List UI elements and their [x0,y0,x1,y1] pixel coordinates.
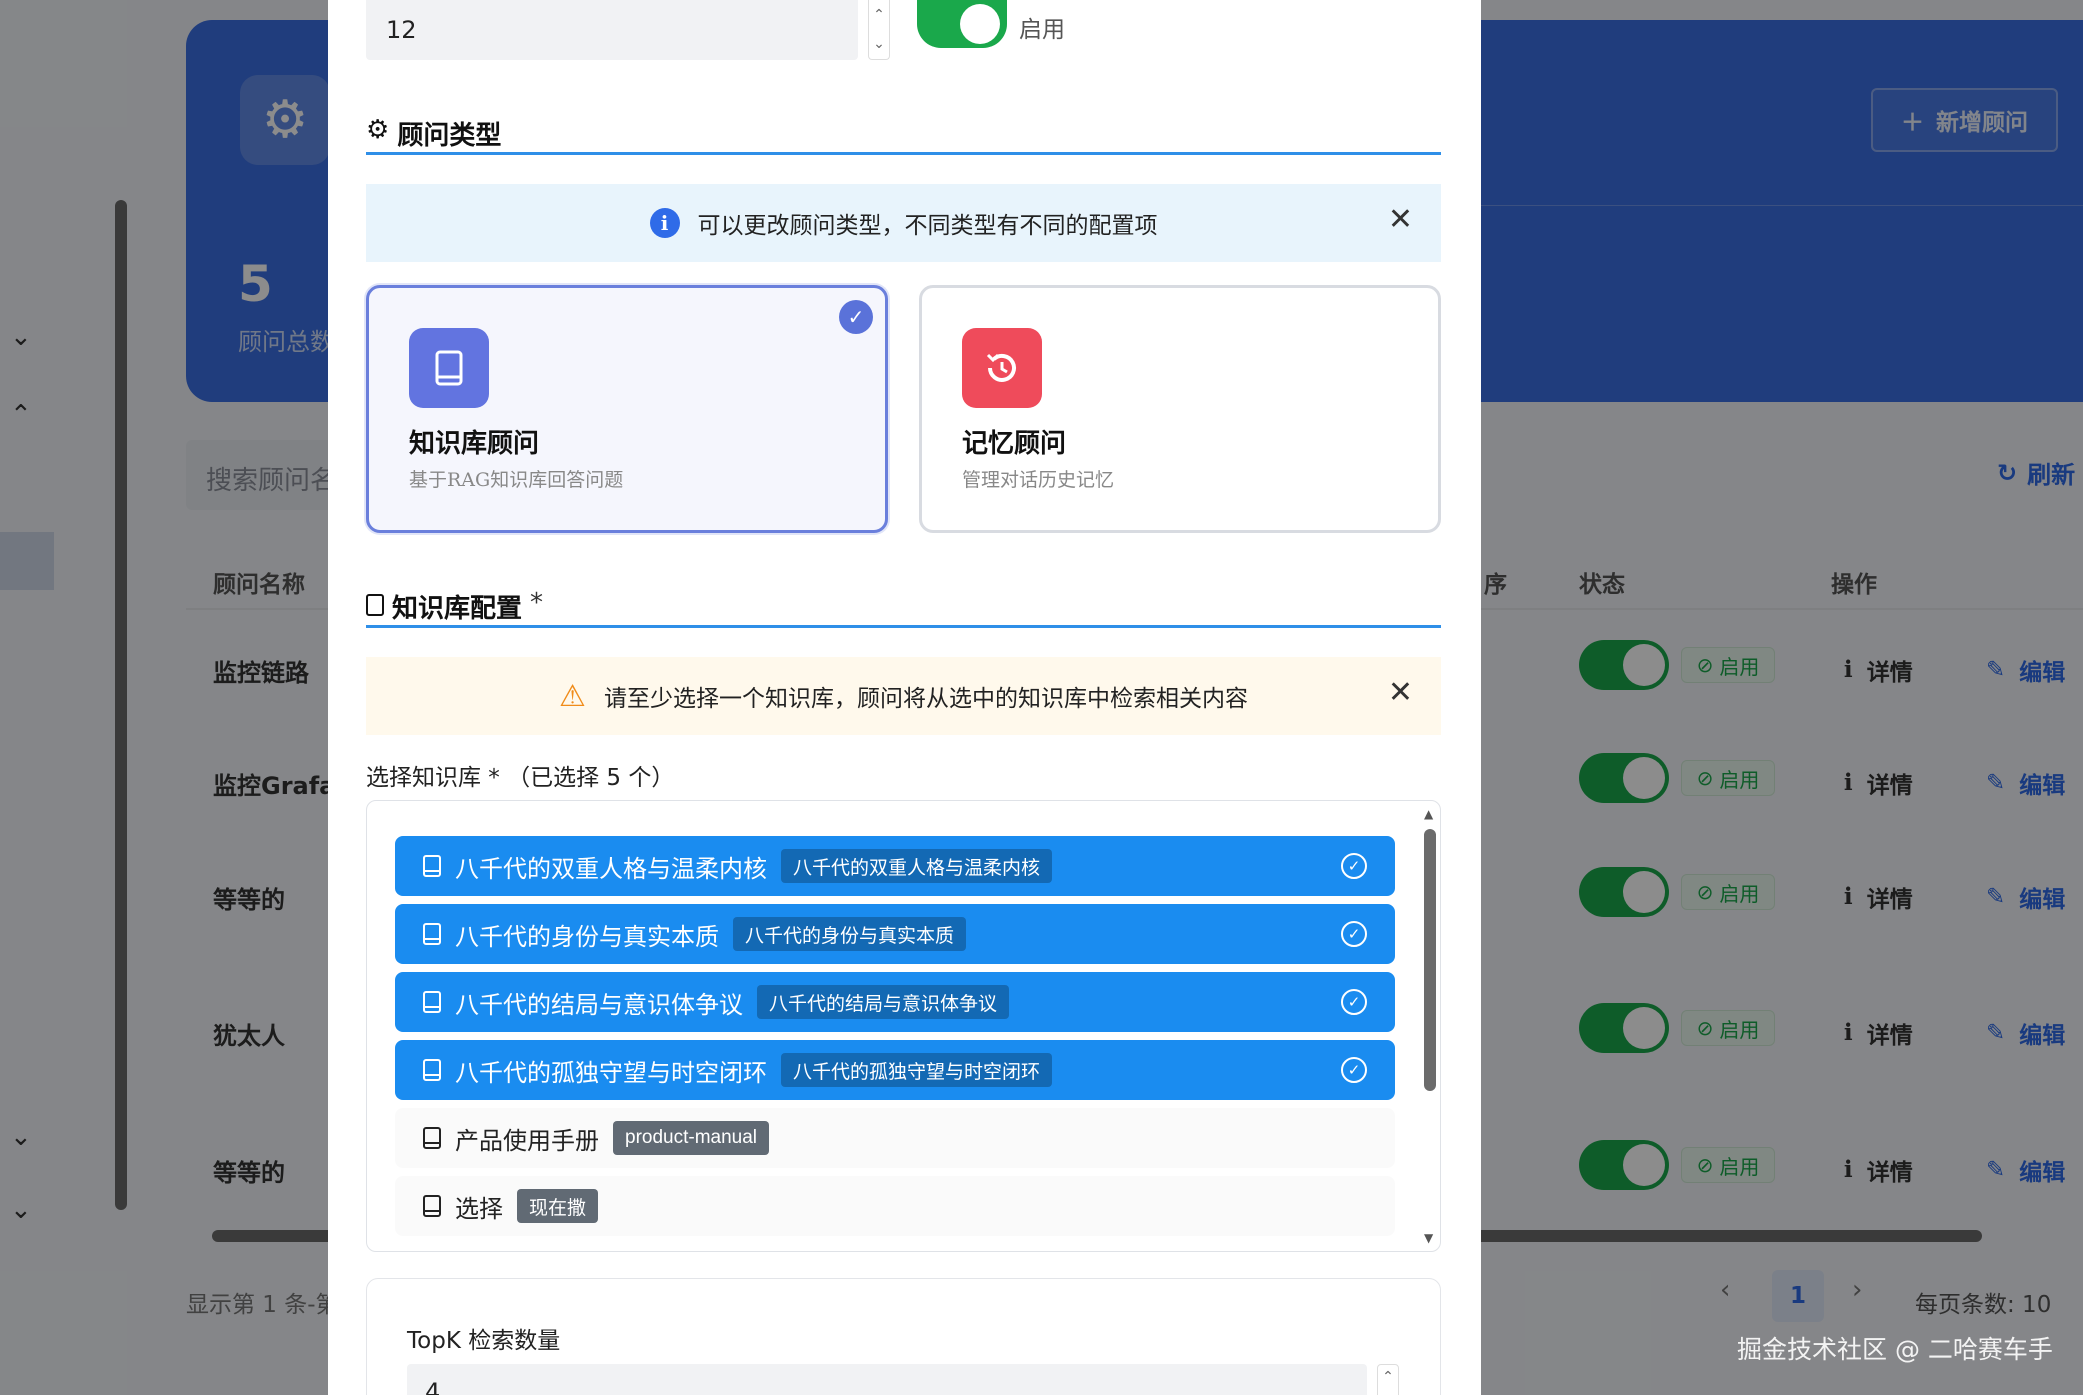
enable-label: 启用 [1019,17,1065,43]
book-icon [423,855,441,877]
check-circle-icon: ✓ [1341,853,1367,879]
kb-option[interactable]: 选择 现在撒 [395,1176,1395,1236]
check-circle-icon: ✓ [1341,921,1367,947]
check-icon: ✓ [839,300,873,334]
section-title-text: 知识库配置 [392,594,523,624]
book-icon [409,328,489,408]
kb-option-tag: product-manual [613,1121,770,1155]
kb-list-scrollbar[interactable]: ▲ ▼ [1424,807,1436,1245]
advisor-type-name: 知识库顾问 [409,429,540,459]
kb-option[interactable]: 八千代的双重人格与温柔内核 八千代的双重人格与温柔内核 ✓ [395,836,1395,896]
kb-option-name: 八千代的孤独守望与时空闭环 [455,1058,767,1087]
history-icon [962,328,1042,408]
info-icon: i [649,208,680,238]
book-icon [423,1127,441,1149]
warning-alert: ⚠ 请至少选择一个知识库，顾问将从选中的知识库中检索相关内容 ✕ [366,657,1441,735]
scrollbar-thumb[interactable] [1424,829,1436,1091]
scroll-up-icon[interactable]: ▲ [1424,807,1433,821]
book-icon [423,1059,441,1081]
kb-option-tag: 现在撒 [517,1189,599,1223]
kb-option-tag: 八千代的双重人格与温柔内核 [781,849,1053,883]
advisor-type-desc: 管理对话历史记忆 [962,469,1115,491]
advisor-type-desc: 基于RAG知识库回答问题 [409,469,624,491]
scroll-down-icon[interactable]: ▼ [1424,1231,1433,1245]
kb-select-label: 选择知识库 * （已选择 5 个） [366,765,675,791]
kb-option[interactable]: 产品使用手册 product-manual [395,1108,1395,1168]
kb-option-name: 选择 [455,1194,503,1223]
warning-icon: ⚠ [559,678,586,714]
section-title-text: 顾问类型 [397,121,502,151]
topk-input[interactable]: 4 [407,1364,1367,1395]
warning-alert-text: 请至少选择一个知识库，顾问将从选中的知识库中检索相关内容 [603,686,1248,712]
advisor-type-card-knowledge[interactable]: 知识库顾问 基于RAG知识库回答问题 ✓ [366,285,888,533]
advisor-edit-modal: 12 ⌃ ⌄ 启用 ⚙ 顾问类型 i 可以更改顾问类型，不同类型有不同的配置项 … [328,0,1481,1395]
kb-option-name: 八千代的双重人格与温柔内核 [455,854,767,883]
advisor-type-card-memory[interactable]: 记忆顾问 管理对话历史记忆 [919,285,1441,533]
book-icon [423,991,441,1013]
topk-card: TopK 检索数量 4 ⌃ [366,1278,1441,1395]
topk-label: TopK 检索数量 [407,1328,561,1354]
kb-option[interactable]: 八千代的身份与真实本质 八千代的身份与真实本质 ✓ [395,904,1395,964]
book-icon [366,594,384,616]
info-alert: i 可以更改顾问类型，不同类型有不同的配置项 ✕ [366,184,1441,262]
kb-option-tag: 八千代的结局与意识体争议 [757,985,1010,1019]
check-circle-icon: ✓ [1341,989,1367,1015]
kb-select-list[interactable]: 八千代的双重人格与温柔内核 八千代的双重人格与温柔内核 ✓ 八千代的身份与真实本… [366,800,1441,1252]
chevron-up-icon[interactable]: ⌃ [873,7,885,23]
gear-icon: ⚙ [366,115,390,145]
check-circle-icon: ✓ [1341,1057,1367,1083]
enable-switch[interactable] [917,0,1007,48]
section-title-advisor-type: ⚙ 顾问类型 [366,115,1441,155]
kb-option-tag: 八千代的身份与真实本质 [733,917,967,951]
book-icon [423,923,441,945]
close-icon[interactable]: ✕ [1388,675,1413,710]
chevron-up-icon[interactable]: ⌃ [1377,1364,1399,1395]
watermark: 掘金技术社区 @ 二哈赛车手 [1737,1335,2053,1364]
section-title-kb-config: 知识库配置 * [366,588,1441,628]
number-stepper[interactable]: ⌃ ⌄ [868,0,890,60]
kb-option-name: 产品使用手册 [455,1126,599,1155]
kb-option-tag: 八千代的孤独守望与时空闭环 [781,1053,1053,1087]
kb-option[interactable]: 八千代的孤独守望与时空闭环 八千代的孤独守望与时空闭环 ✓ [395,1040,1395,1100]
required-mark: * [530,588,544,618]
kb-option[interactable]: 八千代的结局与意识体争议 八千代的结局与意识体争议 ✓ [395,972,1395,1032]
chevron-down-icon[interactable]: ⌄ [873,36,885,52]
order-number-input[interactable]: 12 [366,0,858,60]
kb-option-name: 八千代的结局与意识体争议 [455,990,743,1019]
advisor-type-name: 记忆顾问 [962,429,1067,459]
book-icon [423,1195,441,1217]
kb-option-name: 八千代的身份与真实本质 [455,922,719,951]
close-icon[interactable]: ✕ [1388,202,1413,237]
info-alert-text: 可以更改顾问类型，不同类型有不同的配置项 [697,213,1158,239]
